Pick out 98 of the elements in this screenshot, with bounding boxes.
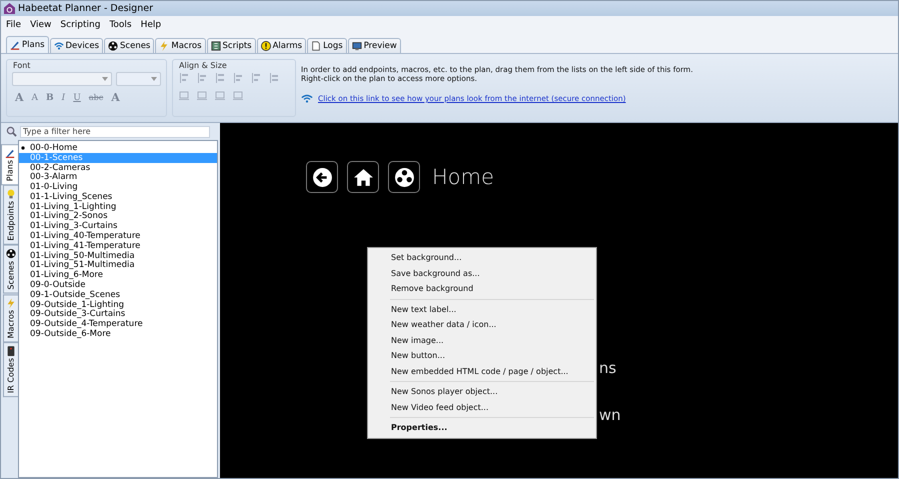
menu-item[interactable]: Remove background [368,281,596,296]
tab[interactable]: Preview [348,38,401,53]
plan-item[interactable]: 01-1-Living_Scenes [19,192,217,202]
tab[interactable]: Devices [50,38,104,53]
plan-name: 00-2-Cameras [30,162,90,172]
filter-field[interactable]: Type a filter here [20,126,210,138]
scenes-button[interactable] [388,161,420,193]
alarm-icon [260,41,271,51]
plan-name: 01-1-Living_Scenes [30,192,112,202]
side-tab[interactable]: Macros [3,294,18,342]
plan-name: 09-1-Outside_Scenes [30,290,120,300]
plan-item[interactable]: 01-Living_1-Lighting [19,202,217,212]
plan-item[interactable]: 01-Living_41-Temperature [19,240,217,251]
plan-name: 09-Outside_4-Temperature [30,319,143,330]
menu-item[interactable]: Scripting [60,20,100,30]
wifi-icon [301,94,313,103]
tab[interactable]: Logs [307,38,347,53]
plan-name: 09-Outside_1-Lighting [30,300,124,310]
tab[interactable]: Scenes [104,38,154,53]
plan-name: 01-Living_40-Temperature [30,231,140,242]
side-tab[interactable]: Endpoints [3,185,18,245]
plan-item[interactable]: 01-Living_40-Temperature [19,231,217,241]
plan-name: 09-Outside_6-More [30,329,111,340]
film-reel-icon [108,41,118,51]
menu-item[interactable]: New button... [368,348,596,364]
film-reel-icon [394,166,414,188]
side-tab[interactable]: IR Codes [3,342,18,398]
menu-item[interactable]: Properties... [368,420,596,436]
plan-item[interactable]: 00-0-Home [19,143,217,153]
menu-item[interactable]: View [30,20,52,30]
plan-item[interactable]: 09-Outside_4-Temperature [19,319,217,330]
page-icon [311,41,322,51]
plan-item[interactable]: 09-Outside_1-Lighting [19,300,217,310]
menu-item[interactable]: New image... [368,332,596,348]
plan-name: 01-Living_51-Multimedia [30,260,135,270]
plan-name: 00-1-Scenes [30,152,83,163]
lightning-icon [6,298,16,308]
canvas-label: wn [599,406,621,424]
plan-item[interactable]: 01-Living_2-Sonos [19,212,217,222]
back-button[interactable] [306,161,338,193]
pencil-ruler-icon [5,148,15,158]
home-icon [352,166,374,188]
app-icon [4,3,15,14]
plan-item[interactable]: 01-Living_3-Curtains [19,221,217,232]
group-title: Font [13,61,30,70]
caret-icon [102,77,108,81]
plan-item[interactable]: 01-Living_51-Multimedia [19,260,217,270]
tab[interactable]: Plans [6,36,49,53]
bulb-icon [6,189,16,200]
tab[interactable]: Scripts [206,38,256,53]
plan-name: 01-Living_2-Sonos [30,211,108,222]
plan-name: 01-Living_3-Curtains [30,221,118,232]
film-reel-icon [6,248,16,259]
tab[interactable]: Macros [155,38,206,53]
plan-item[interactable]: 00-3-Alarm [19,172,217,182]
menu-item[interactable]: New text label... [368,302,596,317]
side-tab[interactable]: Scenes [3,244,18,294]
menu-item[interactable]: Set background... [368,250,596,266]
remote-icon [6,346,16,356]
menu-item[interactable]: New Video feed object... [368,400,596,415]
plan-name: 01-Living_41-Temperature [30,240,140,251]
pencil-ruler-icon [10,40,20,50]
side-tab[interactable]: Plans [1,144,18,186]
plan-item[interactable]: 09-0-Outside [19,280,217,290]
menu-item[interactable]: New Sonos player object... [368,384,596,400]
lightning-icon [159,41,170,51]
plan-name: 00-0-Home [30,142,78,153]
home-button[interactable] [347,161,379,193]
plan-name: 09-0-Outside [30,280,86,290]
plan-name: 00-3-Alarm [30,172,78,182]
page-title: Home [432,165,494,189]
plan-name: 01-Living_1-Lighting [30,202,116,212]
script-icon [210,41,221,51]
menu-item[interactable]: New embedded HTML code / page / object... [368,364,596,379]
plan-item[interactable]: 09-Outside_3-Curtains [19,310,217,320]
search-icon [6,126,17,137]
plan-item[interactable]: 09-1-Outside_Scenes [19,290,217,300]
menu-item[interactable]: New weather data / icon... [368,317,596,332]
plan-item[interactable]: 01-0-Living [19,182,217,192]
monitor-icon [352,41,362,51]
group-title: Align & Size [179,61,227,70]
menu-item[interactable]: File [6,20,22,30]
plan-item[interactable]: 01-Living_6-More [19,270,217,280]
plan-name: 01-0-Living [30,182,78,192]
plan-item[interactable]: 01-Living_50-Multimedia [19,250,217,261]
plan-item[interactable]: 00-2-Cameras [19,162,217,172]
caret-icon [151,77,157,81]
plan-item[interactable]: 09-Outside_6-More [19,329,217,339]
menu-item[interactable]: Tools [109,20,132,30]
tab[interactable]: Alarms [256,38,306,53]
window-title: Habeetat Planner - Designer [18,3,153,14]
plan-name: 09-Outside_3-Curtains [30,309,126,320]
canvas-label: ns [599,359,616,377]
menu-item[interactable]: Save background as... [368,266,596,281]
menu-item[interactable]: Help [140,20,162,30]
plan-name: 01-Living_50-Multimedia [30,250,135,261]
wifi-icon [54,41,64,51]
plan-name: 01-Living_6-More [30,270,103,280]
